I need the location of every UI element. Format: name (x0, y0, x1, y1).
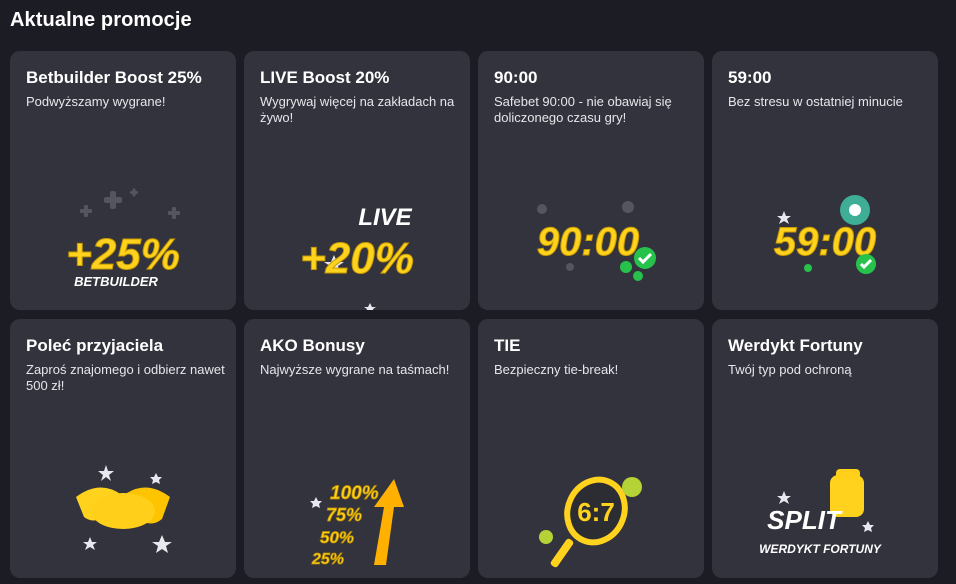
promo-art-line: 75% (326, 505, 362, 525)
promo-title: AKO Bonusy (260, 336, 365, 355)
promo-art-handshake (10, 437, 236, 578)
promo-art-line: 25% (311, 551, 344, 568)
promo-art-text: 6:7 (577, 497, 615, 527)
promo-art-line: 100% (330, 483, 379, 504)
promo-title: Werdykt Fortuny (728, 336, 863, 355)
promo-description: Bezpieczny tie-break! (494, 362, 619, 377)
promo-card-refer-friend[interactable]: Poleć przyjaciela Zaproś znajomego i odb… (10, 319, 236, 578)
section-title: Aktualne promocje (10, 9, 192, 31)
star-icon (862, 521, 874, 532)
promo-art-5900: 59:00 (712, 169, 938, 310)
promotions-grid: Betbuilder Boost 25% Podwyższamy wygrane… (10, 51, 938, 578)
promo-title: Poleć przyjaciela (26, 336, 164, 355)
promo-description: Twój typ pod ochroną (728, 362, 852, 377)
star-icon (310, 497, 322, 508)
promo-card-ako-bonus[interactable]: AKO Bonusy Najwyższe wygrane na taśmach!… (244, 319, 470, 578)
promo-card-5900[interactable]: 59:00 Bez stresu w ostatniej minucie 59:… (712, 51, 938, 310)
promo-title: 59:00 (728, 68, 772, 87)
promo-card-live-boost[interactable]: LIVE Boost 20% Wygrywaj więcej na zakład… (244, 51, 470, 310)
promo-art-betbuilder: +25% BETBUILDER (10, 169, 236, 310)
promo-title: 90:00 (494, 68, 538, 87)
promo-art-text: SPLIT (767, 505, 843, 535)
promo-description: Najwyższe wygrane na taśmach! (260, 362, 450, 377)
promo-description: Wygrywaj więcej na zakładach na żywo! (260, 94, 455, 125)
promo-title: Betbuilder Boost 25% (26, 68, 202, 87)
promo-card-tie[interactable]: TIE Bezpieczny tie-break! 6:7 (478, 319, 704, 578)
promo-art-split: SPLIT WERDYKT FORTUNY (712, 437, 938, 578)
promo-description: Zaproś znajomego i odbierz nawet 500 zł! (26, 362, 225, 393)
promo-art-live: LIVE +20% (244, 169, 470, 310)
promo-description: Podwyższamy wygrane! (26, 94, 166, 109)
promo-art-ako: 100% 75% 50% 25% (244, 437, 470, 578)
promo-art-subtext: BETBUILDER (74, 274, 158, 289)
promo-description: Safebet 90:00 - nie obawiaj się doliczon… (494, 94, 672, 125)
promo-art-9000: 90:00 (478, 169, 704, 310)
handshake-icon (76, 487, 170, 529)
star-icon (777, 491, 791, 504)
promo-card-betbuilder-boost[interactable]: Betbuilder Boost 25% Podwyższamy wygrane… (10, 51, 236, 310)
promo-art-tennis: 6:7 (478, 437, 704, 578)
promo-title: TIE (494, 336, 521, 355)
promo-art-text: 90:00 (537, 220, 639, 264)
promo-art-line: 50% (320, 528, 354, 547)
promo-card-werdykt-fortuny[interactable]: Werdykt Fortuny Twój typ pod ochroną SPL… (712, 319, 938, 578)
promo-card-9000[interactable]: 90:00 Safebet 90:00 - nie obawiaj się do… (478, 51, 704, 310)
promo-description: Bez stresu w ostatniej minucie (728, 94, 903, 109)
promo-title: LIVE Boost 20% (260, 68, 390, 87)
promo-art-subtext: WERDYKT FORTUNY (759, 542, 882, 556)
promo-art-text: +20% (300, 234, 414, 283)
plus-icon (80, 188, 180, 219)
promo-art-text: +25% (66, 230, 180, 279)
promo-art-subtext: LIVE (358, 204, 412, 231)
